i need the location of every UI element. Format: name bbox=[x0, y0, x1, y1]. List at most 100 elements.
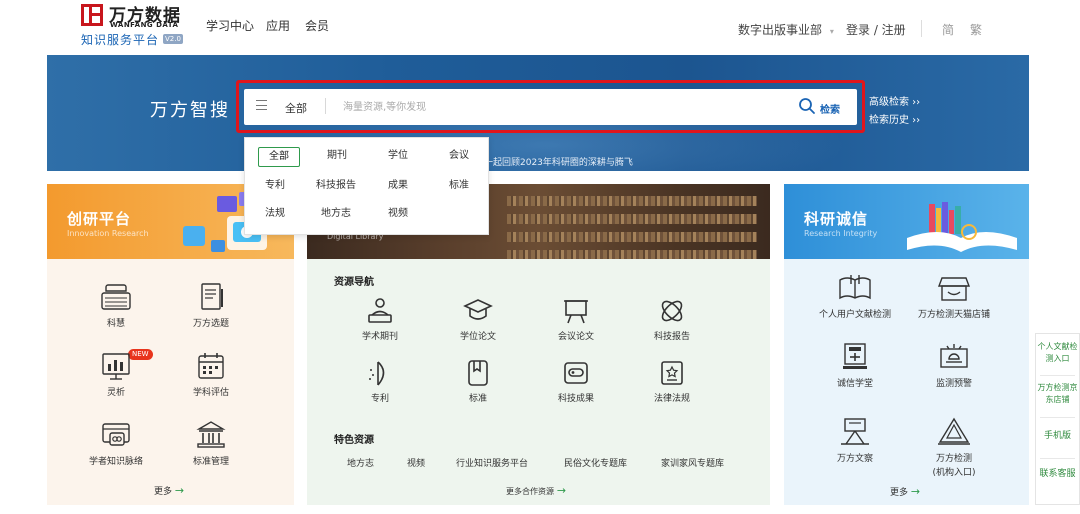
side-service-rail: 个人文献检测入口 万方检测京东店铺 手机版 联系客服 bbox=[1035, 333, 1080, 505]
search-button[interactable]: 检索 bbox=[798, 97, 840, 117]
more-partner-resources-link[interactable]: 更多合作资源 → bbox=[506, 484, 566, 497]
department-label: 数字出版事业部 bbox=[738, 23, 823, 37]
wanfang-wencha-label: 万方文察 bbox=[836, 454, 873, 464]
patents-label: 专利 bbox=[370, 394, 389, 404]
scope-option-tech-reports[interactable]: 科技报告 bbox=[305, 177, 367, 195]
conference-papers-label: 会议论文 bbox=[557, 332, 594, 342]
conference-papers-tile[interactable]: 会议论文 bbox=[541, 296, 611, 342]
academic-journals-tile[interactable]: 学术期刊 bbox=[345, 296, 415, 342]
pen-nib-icon bbox=[369, 361, 385, 386]
search-scope-dropdown: 全部 期刊 学位 会议 专利 科技报告 成果 标准 法规 地方志 视频 bbox=[244, 137, 489, 235]
innovation-more-link[interactable]: 更多 → bbox=[154, 484, 184, 497]
patents-tile[interactable]: 专利 bbox=[345, 358, 415, 404]
kehui-tile[interactable]: 科慧 bbox=[81, 281, 151, 329]
featured-local-chronicles[interactable]: 地方志 bbox=[347, 456, 374, 469]
advanced-search-link[interactable]: 高级检索 ›› bbox=[869, 93, 920, 108]
discipline-evaluation-label: 学科评估 bbox=[192, 388, 229, 398]
integrity-school-label: 诚信学堂 bbox=[836, 379, 873, 389]
scope-option-conferences[interactable]: 会议 bbox=[438, 147, 480, 165]
featured-resources-title: 特色资源 bbox=[334, 435, 374, 446]
discipline-evaluation-tile[interactable]: 学科评估 bbox=[176, 350, 246, 398]
featured-family-tradition[interactable]: 家训家风专题库 bbox=[661, 456, 724, 469]
sci-tech-achievements-tile[interactable]: 科技成果 bbox=[541, 358, 611, 404]
nav-membership[interactable]: 会员 bbox=[305, 17, 329, 34]
traditional-chinese-toggle[interactable]: 繁 bbox=[970, 21, 982, 38]
banner-slogan[interactable]: 一起回顾2023年科研圈的深耕与腾飞 bbox=[484, 155, 633, 168]
search-scope-select[interactable]: 全部 bbox=[285, 100, 307, 116]
featured-videos[interactable]: 视频 bbox=[407, 456, 425, 469]
reader-icon bbox=[368, 298, 392, 323]
arrow-right-icon: → bbox=[556, 484, 567, 497]
document-pen-icon bbox=[201, 283, 223, 310]
featured-industry-platform[interactable]: 行业知识服务平台 bbox=[456, 456, 528, 469]
easel-icon bbox=[564, 300, 588, 324]
standards-label: 标准 bbox=[468, 394, 487, 404]
tmall-store-tile[interactable]: 万方检测天猫店铺 bbox=[910, 272, 998, 320]
scholar-context-tile[interactable]: 学者知识脉络 bbox=[78, 419, 154, 467]
simplified-chinese-toggle[interactable]: 简 bbox=[942, 21, 954, 38]
lingxi-tile[interactable]: 灵析 bbox=[81, 350, 151, 398]
login-register-link[interactable]: 登录 / 注册 bbox=[846, 21, 906, 38]
monitoring-warning-tile[interactable]: 监测预警 bbox=[910, 341, 998, 389]
card-icon bbox=[102, 423, 130, 446]
menu-icon[interactable] bbox=[256, 100, 267, 110]
more-partner-resources-label: 更多合作资源 bbox=[506, 487, 554, 496]
standards-tile[interactable]: 标准 bbox=[443, 358, 513, 404]
search-separator bbox=[325, 98, 326, 114]
department-menu[interactable]: 数字出版事业部 ▾ bbox=[738, 21, 834, 38]
scope-option-regulations[interactable]: 法规 bbox=[254, 205, 296, 223]
scope-option-local-chronicles[interactable]: 地方志 bbox=[314, 205, 358, 223]
keyboard-icon bbox=[101, 284, 131, 310]
integrity-school-tile[interactable]: 诚信学堂 bbox=[811, 341, 899, 389]
innovation-research-title: 创研平台 bbox=[67, 210, 132, 228]
scope-option-journals[interactable]: 期刊 bbox=[316, 147, 358, 165]
kehui-label: 科慧 bbox=[106, 319, 125, 329]
chart-board-icon bbox=[102, 353, 130, 380]
sci-tech-achievements-label: 科技成果 bbox=[557, 394, 594, 404]
standards-management-tile[interactable]: 标准管理 bbox=[176, 419, 246, 467]
calendar-icon bbox=[198, 353, 224, 379]
nav-learning-center[interactable]: 学习中心 bbox=[206, 17, 254, 34]
bookshelf-row bbox=[507, 232, 757, 242]
laws-regulations-tile[interactable]: 法律法规 bbox=[637, 358, 707, 404]
shop-icon bbox=[937, 277, 971, 301]
academic-journals-label: 学术期刊 bbox=[361, 332, 398, 342]
arrow-right-icon: → bbox=[910, 485, 921, 498]
scope-option-achievements[interactable]: 成果 bbox=[377, 177, 419, 195]
search-button-label: 检索 bbox=[820, 105, 840, 116]
featured-folk-culture[interactable]: 民俗文化专题库 bbox=[564, 456, 627, 469]
search-history-link[interactable]: 检索历史 ›› bbox=[869, 111, 920, 126]
institution-check-tile[interactable]: 万方检测 (机构入口) bbox=[910, 416, 998, 478]
laws-regulations-label: 法律法规 bbox=[653, 394, 690, 404]
open-books-illustration-icon bbox=[907, 202, 1017, 252]
side-contact-link[interactable]: 联系客服 bbox=[1036, 468, 1079, 480]
resource-navigation-title: 资源导航 bbox=[334, 277, 374, 288]
scope-option-standards[interactable]: 标准 bbox=[438, 177, 480, 195]
scope-option-patents[interactable]: 专利 bbox=[254, 177, 296, 195]
scope-option-videos[interactable]: 视频 bbox=[377, 205, 419, 223]
scope-option-all[interactable]: 全部 bbox=[258, 147, 300, 167]
dissertations-tile[interactable]: 学位论文 bbox=[443, 296, 513, 342]
wanfang-logo-icon[interactable] bbox=[81, 4, 103, 26]
atom-icon bbox=[661, 300, 683, 322]
classroom-icon bbox=[843, 343, 867, 369]
wanfang-topics-tile[interactable]: 万方选题 bbox=[176, 281, 246, 329]
nav-apps[interactable]: 应用 bbox=[266, 17, 290, 34]
scope-option-degrees[interactable]: 学位 bbox=[377, 147, 419, 165]
side-mobile-link[interactable]: 手机版 bbox=[1036, 430, 1079, 442]
side-personal-check-link[interactable]: 个人文献检测入口 bbox=[1036, 341, 1079, 365]
tech-reports-tile[interactable]: 科技报告 bbox=[637, 296, 707, 342]
logo-tagline: 知识服务平台 bbox=[81, 33, 160, 47]
wanfang-topics-label: 万方选题 bbox=[192, 319, 229, 329]
institution-check-label: 万方检测 bbox=[935, 454, 972, 464]
side-jd-store-link[interactable]: 万方检测京东店铺 bbox=[1036, 382, 1079, 406]
header-divider bbox=[921, 20, 922, 37]
research-integrity-header[interactable]: 科研诚信 Research Integrity bbox=[784, 184, 1029, 259]
integrity-more-link[interactable]: 更多 → bbox=[890, 485, 920, 498]
search-input[interactable] bbox=[343, 97, 773, 117]
open-book-icon bbox=[839, 275, 871, 300]
lingxi-label: 灵析 bbox=[106, 388, 125, 398]
personal-check-tile[interactable]: 个人用户文献检测 bbox=[811, 272, 899, 320]
research-integrity-subtitle: Research Integrity bbox=[804, 229, 878, 238]
wanfang-wencha-tile[interactable]: 万方文察 bbox=[811, 416, 899, 464]
